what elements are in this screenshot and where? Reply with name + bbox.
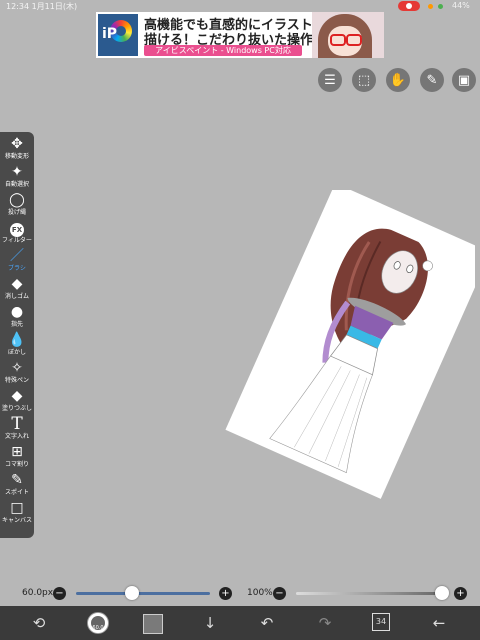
hand-icon[interactable]: ✋: [386, 68, 410, 92]
canvas-paper[interactable]: [225, 190, 475, 499]
ad-banner[interactable]: iP 高機能でも直感的にイラストが 描ける！こだわり抜いた操作性！ アイビスペイ…: [96, 12, 384, 58]
brush-size-value: 60.0px: [22, 588, 54, 598]
tool-smudge[interactable]: ● 指先: [0, 304, 34, 332]
opacity-minus-button[interactable]: −: [273, 587, 286, 600]
ad-subline: アイビスペイント - Windows PC対応: [144, 45, 302, 56]
status-dot-green: [438, 4, 443, 9]
tool-blur[interactable]: 💧 ぼかし: [0, 332, 34, 360]
eraser-icon: ◆: [11, 276, 23, 292]
move-icon: ✥: [11, 136, 23, 152]
status-bar: 12:34 1月11日(木) 44%: [0, 0, 480, 12]
character-illustration: [269, 228, 433, 474]
tool-lasso[interactable]: ◯ 投げ縄: [0, 192, 34, 220]
ad-character-image: [312, 12, 384, 58]
toggle-panel-icon[interactable]: ☰: [318, 68, 342, 92]
undo-icon[interactable]: ↶: [256, 612, 278, 634]
bottom-bar: ⟲ 60.0 ↓ ↶ ↷ 34 ←: [0, 606, 480, 640]
tool-eraser[interactable]: ◆ 消しゴム: [0, 276, 34, 304]
brush-icon: ／: [10, 248, 24, 264]
brush-sliders: 60.0px − + 100% − +: [0, 584, 480, 604]
smudge-icon: ●: [10, 304, 24, 320]
text-icon: T: [11, 414, 23, 434]
tool-frame-divider[interactable]: ⊞ コマ割り: [0, 444, 34, 472]
eyedropper-icon: ✎: [11, 472, 23, 488]
selection-icon[interactable]: ⬚: [352, 68, 376, 92]
app-logo-icon: iP: [98, 14, 138, 56]
opacity-value: 100%: [247, 588, 273, 598]
size-plus-button[interactable]: +: [219, 587, 232, 600]
size-slider-handle[interactable]: [125, 586, 140, 600]
material-icon[interactable]: ▣: [452, 68, 476, 92]
magic-wand-icon: ✦: [11, 164, 23, 180]
opacity-slider-track[interactable]: [296, 592, 442, 595]
redo-icon[interactable]: ↷: [314, 612, 336, 634]
lasso-icon: ◯: [9, 192, 25, 208]
drop-icon: 💧: [8, 332, 26, 348]
bucket-icon: ◆: [11, 388, 23, 404]
layers-button[interactable]: 34: [372, 613, 390, 631]
ruler-icon[interactable]: ✎: [420, 68, 444, 92]
record-indicator-icon: [398, 1, 420, 11]
size-slider-track[interactable]: [76, 592, 210, 595]
download-arrow-icon[interactable]: ↓: [199, 612, 221, 634]
size-minus-button[interactable]: −: [53, 587, 66, 600]
opacity-slider-handle[interactable]: [435, 586, 449, 600]
left-toolbar: ✥ 移動変形 ✦ 自動選択 ◯ 投げ縄 FX フィルター ／ ブラシ ◆ 消しゴ…: [0, 132, 34, 538]
status-dot-orange: [428, 4, 433, 9]
drawing-canvas[interactable]: [215, 190, 475, 510]
tool-auto-select[interactable]: ✦ 自動選択: [0, 164, 34, 192]
tool-filter[interactable]: FX フィルター: [0, 220, 34, 248]
sparkle-pen-icon: ✧: [11, 360, 23, 376]
battery-level: 44%: [452, 1, 470, 10]
frame-grid-icon: ⊞: [11, 444, 23, 460]
fx-icon: FX: [10, 223, 24, 237]
status-time: 12:34 1月11日(木): [6, 2, 78, 11]
back-arrow-icon[interactable]: ←: [428, 612, 450, 634]
tool-canvas[interactable]: □ キャンバス: [0, 500, 34, 528]
opacity-plus-button[interactable]: +: [454, 587, 467, 600]
transform-icon[interactable]: ⟲: [28, 612, 50, 634]
brush-size-preview[interactable]: 60.0: [87, 612, 109, 634]
canvas-icon: □: [10, 500, 24, 516]
tool-brush[interactable]: ／ ブラシ: [0, 248, 34, 276]
tool-eyedropper[interactable]: ✎ スポイト: [0, 472, 34, 500]
tool-text[interactable]: T 文字入れ: [0, 416, 34, 444]
color-picker-button[interactable]: [143, 614, 163, 634]
tool-special-pen[interactable]: ✧ 特殊ペン: [0, 360, 34, 388]
tool-fill[interactable]: ◆ 塗りつぶし: [0, 388, 34, 416]
tool-move-transform[interactable]: ✥ 移動変形: [0, 136, 34, 164]
